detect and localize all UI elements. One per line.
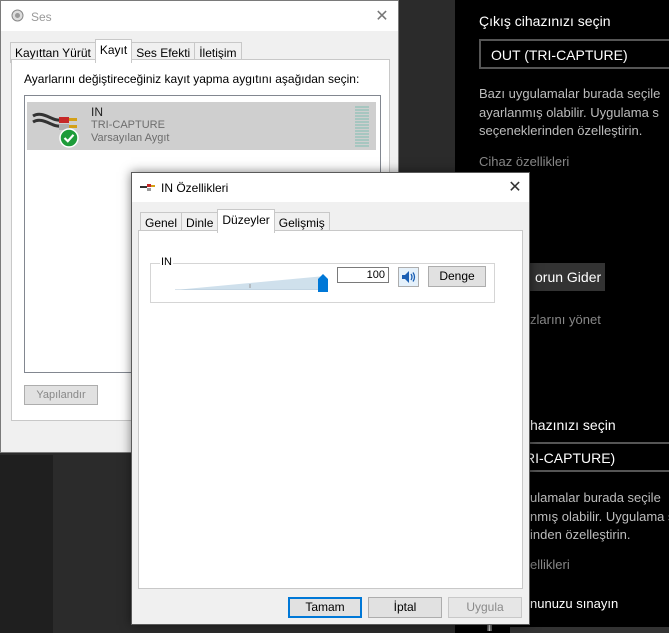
input-description-line1: ulamalar burada seçile — [530, 490, 661, 505]
close-icon[interactable]: ✕ — [374, 6, 390, 25]
recording-instruction: Ayarlarını değiştireceğiniz kayıt yapma … — [24, 72, 360, 86]
cancel-button[interactable]: İptal — [368, 597, 442, 618]
level-value-input[interactable]: 100 — [337, 267, 389, 283]
device-name: IN — [91, 105, 103, 119]
output-description-line3: seçeneklerinden özelleştirin. — [479, 123, 643, 138]
troubleshoot-button[interactable]: orun Gider — [525, 263, 605, 291]
tab-levels[interactable]: Düzeyler — [217, 209, 275, 233]
input-device-properties-link[interactable]: ellikleri — [530, 557, 570, 572]
level-slider[interactable] — [175, 272, 329, 296]
desktop-background — [0, 455, 53, 633]
device-status: Varsayılan Aygıt — [91, 132, 170, 144]
configure-button[interactable]: Yapılandır — [24, 385, 98, 405]
input-heading: hazınızı seçin — [530, 417, 616, 433]
line-in-icon — [140, 184, 155, 191]
test-microphone-heading: nunuzu sınayın — [530, 596, 619, 611]
mic-level-bar — [510, 627, 669, 633]
properties-title: IN Özellikleri — [161, 181, 229, 195]
input-description-line2: nmış olabilir. Uygulama s — [530, 509, 669, 524]
slider-track — [175, 276, 325, 290]
balance-button[interactable]: Denge — [428, 266, 486, 287]
slider-thumb[interactable] — [318, 274, 328, 292]
input-description-line3: inden özelleştirin. — [530, 527, 631, 542]
default-device-check-icon — [59, 128, 79, 148]
input-device-select[interactable]: RI-CAPTURE) — [515, 442, 669, 472]
speaker-control-icon — [11, 9, 24, 22]
level-group: IN 100 Denge — [150, 256, 495, 303]
sound-window-title: Ses — [31, 10, 52, 24]
input-level-meter — [355, 106, 369, 148]
speaker-icon — [402, 271, 416, 283]
sound-window-titlebar[interactable]: Ses ✕ — [1, 1, 398, 31]
levels-panel: IN 100 Denge — [138, 230, 523, 589]
output-description-line2: ayarlanmış olabilir. Uygulama s — [479, 105, 659, 120]
device-properties-dialog: IN Özellikleri ✕ Genel Dinle Düzeyler Ge… — [131, 172, 530, 625]
mute-toggle[interactable] — [398, 267, 419, 287]
properties-titlebar[interactable]: IN Özellikleri ✕ — [132, 173, 529, 202]
background-window-strip — [53, 455, 133, 633]
list-item-device[interactable]: IN TRI-CAPTURE Varsayılan Aygıt — [27, 102, 376, 150]
level-group-label: IN — [160, 256, 173, 268]
output-device-select[interactable]: OUT (TRI-CAPTURE) — [479, 39, 669, 69]
output-heading: Çıkış cihazınızı seçin — [479, 13, 611, 29]
tab-recording[interactable]: Kayıt — [94, 39, 133, 63]
ok-button[interactable]: Tamam — [288, 597, 362, 618]
apply-button[interactable]: Uygula — [448, 597, 522, 618]
device-properties-link[interactable]: Cihaz özellikleri — [479, 154, 569, 169]
close-icon[interactable]: ✕ — [507, 177, 523, 197]
manage-devices-link[interactable]: zlarını yönet — [530, 312, 601, 327]
output-description-line1: Bazı uygulamalar burada seçile — [479, 86, 661, 101]
device-subtitle: TRI-CAPTURE — [91, 119, 165, 131]
